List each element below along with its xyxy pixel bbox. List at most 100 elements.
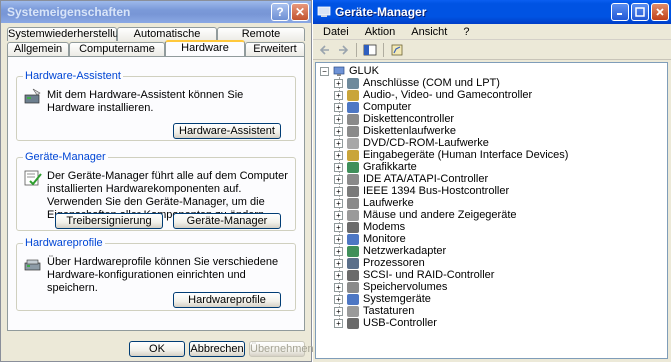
disk-controller-icon — [347, 113, 359, 125]
forward-button[interactable] — [335, 42, 351, 58]
tree-node[interactable]: + Eingabegeräte (Human Interface Devices) — [334, 149, 568, 161]
tree-node[interactable]: + Diskettencontroller — [334, 113, 454, 125]
tree-node[interactable]: + Anschlüsse (COM und LPT) — [334, 77, 500, 89]
tree-root-node[interactable]: − GLUK — [320, 65, 379, 77]
tree-node-label: Mäuse und andere Zeigegeräte — [363, 209, 517, 221]
expand-icon[interactable]: + — [334, 294, 343, 304]
expand-icon[interactable]: + — [334, 318, 343, 328]
menubar: Datei Aktion Ansicht ? — [313, 24, 671, 40]
computer-icon — [347, 101, 359, 113]
console-tree-icon — [363, 44, 377, 55]
expand-icon[interactable]: + — [334, 246, 343, 256]
menu-action[interactable]: Aktion — [357, 26, 404, 38]
maximize-button[interactable] — [631, 3, 649, 21]
tree-node[interactable]: + IEEE 1394 Bus-Hostcontroller — [334, 185, 509, 197]
minimize-button[interactable] — [611, 3, 629, 21]
device-manager-window: Geräte-Manager Datei Aktion Ansicht ? − … — [313, 0, 671, 362]
tree-node[interactable]: + Speichervolumes — [334, 281, 447, 293]
tree-node-label: Eingabegeräte (Human Interface Devices) — [363, 149, 569, 161]
help-button[interactable]: ? — [271, 3, 289, 21]
hid-icon — [347, 149, 359, 161]
menu-view[interactable]: Ansicht — [403, 26, 455, 38]
tree-node[interactable]: + Prozessoren — [334, 257, 425, 269]
speaker-icon — [347, 89, 359, 101]
tree-node[interactable]: + DVD/CD-ROM-Laufwerke — [334, 137, 489, 149]
apply-button[interactable]: Übernehmen — [249, 341, 314, 357]
hardware-profiles-text: Über Hardwareprofile können Sie verschie… — [47, 256, 279, 294]
expand-icon[interactable]: + — [334, 150, 343, 160]
collapse-icon[interactable]: − — [320, 66, 329, 76]
tree-node[interactable]: + Mäuse und andere Zeigegeräte — [334, 209, 517, 221]
menu-file[interactable]: Datei — [315, 26, 357, 38]
expand-icon[interactable]: + — [334, 138, 343, 148]
tab-system-restore[interactable]: Systemwiederherstellung — [7, 27, 131, 41]
toolbar-separator-2 — [383, 42, 384, 57]
device-manager-title-icon — [317, 6, 331, 17]
devmgr-titlebar[interactable]: Geräte-Manager — [313, 0, 671, 24]
sysprops-titlebar[interactable]: Systemeigenschaften ? ✕ — [1, 1, 311, 23]
usb-icon — [347, 317, 359, 329]
cpu-icon — [347, 257, 359, 269]
devmgr-close-button[interactable] — [651, 3, 669, 21]
menu-help[interactable]: ? — [455, 26, 477, 38]
properties-button[interactable] — [389, 42, 405, 58]
expand-icon[interactable]: + — [334, 306, 343, 316]
tree-node[interactable]: + Diskettenlaufwerke — [334, 125, 456, 137]
tree-node[interactable]: + SCSI- und RAID-Controller — [334, 269, 494, 281]
cdrom-icon — [347, 137, 359, 149]
tree-node-label: Tastaturen — [363, 305, 415, 317]
tab-general[interactable]: Allgemein — [7, 42, 69, 56]
tree-node-label: Diskettenlaufwerke — [363, 125, 456, 137]
expand-icon[interactable]: + — [334, 78, 343, 88]
device-tree[interactable]: − GLUK + Anschlüsse (COM und LPT) + Audio-,… — [315, 62, 668, 359]
tree-node[interactable]: + Systemgeräte — [334, 293, 431, 305]
back-button[interactable] — [317, 42, 333, 58]
expand-icon[interactable]: + — [334, 282, 343, 292]
tree-node[interactable]: + Tastaturen — [334, 305, 414, 317]
tab-automatic-updates[interactable]: Automatische Updates — [117, 27, 217, 53]
tree-node[interactable]: + IDE ATA/ATAPI-Controller — [334, 173, 488, 185]
tree-root-label: GLUK — [349, 65, 379, 77]
tab-hardware[interactable]: Hardware — [165, 40, 245, 56]
expand-icon[interactable]: + — [334, 210, 343, 220]
system-devices-icon — [347, 293, 359, 305]
device-manager-button[interactable]: Geräte-Manager — [173, 213, 281, 229]
expand-icon[interactable]: + — [334, 270, 343, 280]
tab-remote[interactable]: Remote — [217, 27, 305, 41]
tree-node[interactable]: + Audio-, Video- und Gamecontroller — [334, 89, 532, 101]
driver-signing-button[interactable]: Treibersignierung — [55, 213, 163, 229]
expand-icon[interactable]: + — [334, 162, 343, 172]
tree-node[interactable]: + Grafikkarte — [334, 161, 417, 173]
tab-advanced[interactable]: Erweitert — [245, 42, 305, 56]
expand-icon[interactable]: + — [334, 222, 343, 232]
cancel-button[interactable]: Abbrechen — [189, 341, 245, 357]
expand-icon[interactable]: + — [334, 90, 343, 100]
display-adapter-icon — [347, 161, 359, 173]
expand-icon[interactable]: + — [334, 102, 343, 112]
computer-root-icon — [333, 66, 345, 76]
expand-icon[interactable]: + — [334, 186, 343, 196]
expand-icon[interactable]: + — [334, 114, 343, 124]
hardware-wizard-button[interactable]: Hardware-Assistent — [173, 123, 281, 139]
show-hide-tree-button[interactable] — [362, 42, 378, 58]
expand-icon[interactable]: + — [334, 174, 343, 184]
modem-icon — [347, 221, 359, 233]
maximize-icon — [635, 7, 645, 17]
tree-node-label: IEEE 1394 Bus-Hostcontroller — [363, 185, 510, 197]
tree-node[interactable]: + Computer — [334, 101, 411, 113]
expand-icon[interactable]: + — [334, 258, 343, 268]
tree-node[interactable]: + USB-Controller — [334, 317, 437, 329]
forward-arrow-icon — [339, 44, 349, 55]
tree-node[interactable]: + Netzwerkadapter — [334, 245, 446, 257]
tree-node[interactable]: + Monitore — [334, 233, 406, 245]
tree-node[interactable]: + Modems — [334, 221, 405, 233]
tab-computer-name[interactable]: Computername — [69, 42, 165, 56]
expand-icon[interactable]: + — [334, 126, 343, 136]
expand-icon[interactable]: + — [334, 234, 343, 244]
hardware-profiles-button[interactable]: Hardwareprofile — [173, 292, 281, 308]
tree-node[interactable]: + Laufwerke — [334, 197, 414, 209]
ok-button[interactable]: OK — [129, 341, 185, 357]
close-button[interactable]: ✕ — [291, 3, 309, 21]
minimize-icon — [617, 13, 622, 15]
expand-icon[interactable]: + — [334, 198, 343, 208]
